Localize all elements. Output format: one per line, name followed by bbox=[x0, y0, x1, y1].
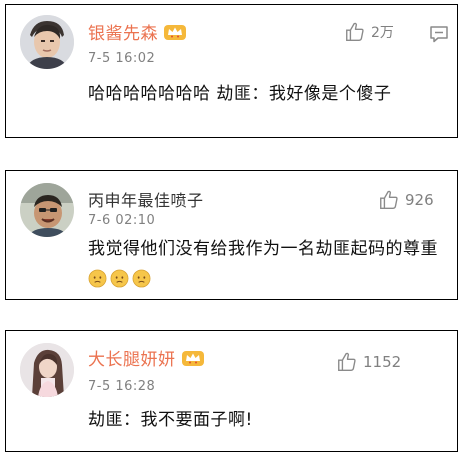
comment-time: 7-5 16:28 bbox=[88, 379, 156, 394]
crown-vip-icon bbox=[181, 350, 204, 366]
like-count: 1152 bbox=[363, 353, 402, 371]
emoji-group bbox=[88, 269, 154, 290]
comment-time: 7-6 02:10 bbox=[88, 213, 156, 228]
comment-card: 银酱先森 7-5 16:02 哈哈哈哈哈哈哈 劫匪：我好像是个傻子 2万 bbox=[5, 4, 458, 138]
like-count: 2万 bbox=[371, 25, 394, 41]
like-count: 926 bbox=[405, 191, 434, 209]
like-button[interactable]: 1152 bbox=[336, 351, 401, 373]
username[interactable]: 银酱先森 bbox=[88, 19, 187, 44]
like-button[interactable]: 2万 bbox=[344, 21, 394, 43]
comment-card: 大长腿妍妍 7-5 16:28 劫匪：我不要面子啊! 1152 bbox=[5, 330, 458, 452]
like-button[interactable]: 926 bbox=[378, 189, 434, 211]
comment-time: 7-5 16:02 bbox=[88, 51, 156, 66]
avatar[interactable] bbox=[20, 183, 74, 237]
sad-face-emoji bbox=[88, 269, 107, 288]
crown-vip-icon bbox=[164, 24, 186, 40]
comment-card: 丙申年最佳喷子 7-6 02:10 我觉得他们没有给我作为一名劫匪起码的尊重 9… bbox=[5, 170, 458, 300]
sad-face-emoji bbox=[110, 269, 129, 288]
thumbs-up-icon bbox=[338, 352, 356, 371]
comment-bubble-icon[interactable] bbox=[429, 25, 449, 43]
thumbs-up-icon bbox=[380, 190, 398, 209]
sad-face-emoji bbox=[132, 269, 151, 288]
username[interactable]: 丙申年最佳喷子 bbox=[88, 187, 204, 211]
avatar[interactable] bbox=[20, 15, 74, 69]
comment-text: 我觉得他们没有给我作为一名劫匪起码的尊重 bbox=[88, 234, 448, 296]
username-text[interactable]: 银酱先森 bbox=[88, 19, 158, 44]
thumbs-up-icon bbox=[346, 22, 364, 41]
username-text[interactable]: 丙申年最佳喷子 bbox=[88, 187, 204, 211]
comment-text: 哈哈哈哈哈哈哈 劫匪：我好像是个傻子 bbox=[88, 84, 392, 104]
comment-text-body: 我觉得他们没有给我作为一名劫匪起码的尊重 bbox=[88, 239, 438, 259]
avatar[interactable] bbox=[20, 343, 74, 397]
comment-text: 劫匪：我不要面子啊! bbox=[88, 410, 253, 430]
username-text[interactable]: 大长腿妍妍 bbox=[88, 345, 176, 370]
username[interactable]: 大长腿妍妍 bbox=[88, 345, 205, 370]
